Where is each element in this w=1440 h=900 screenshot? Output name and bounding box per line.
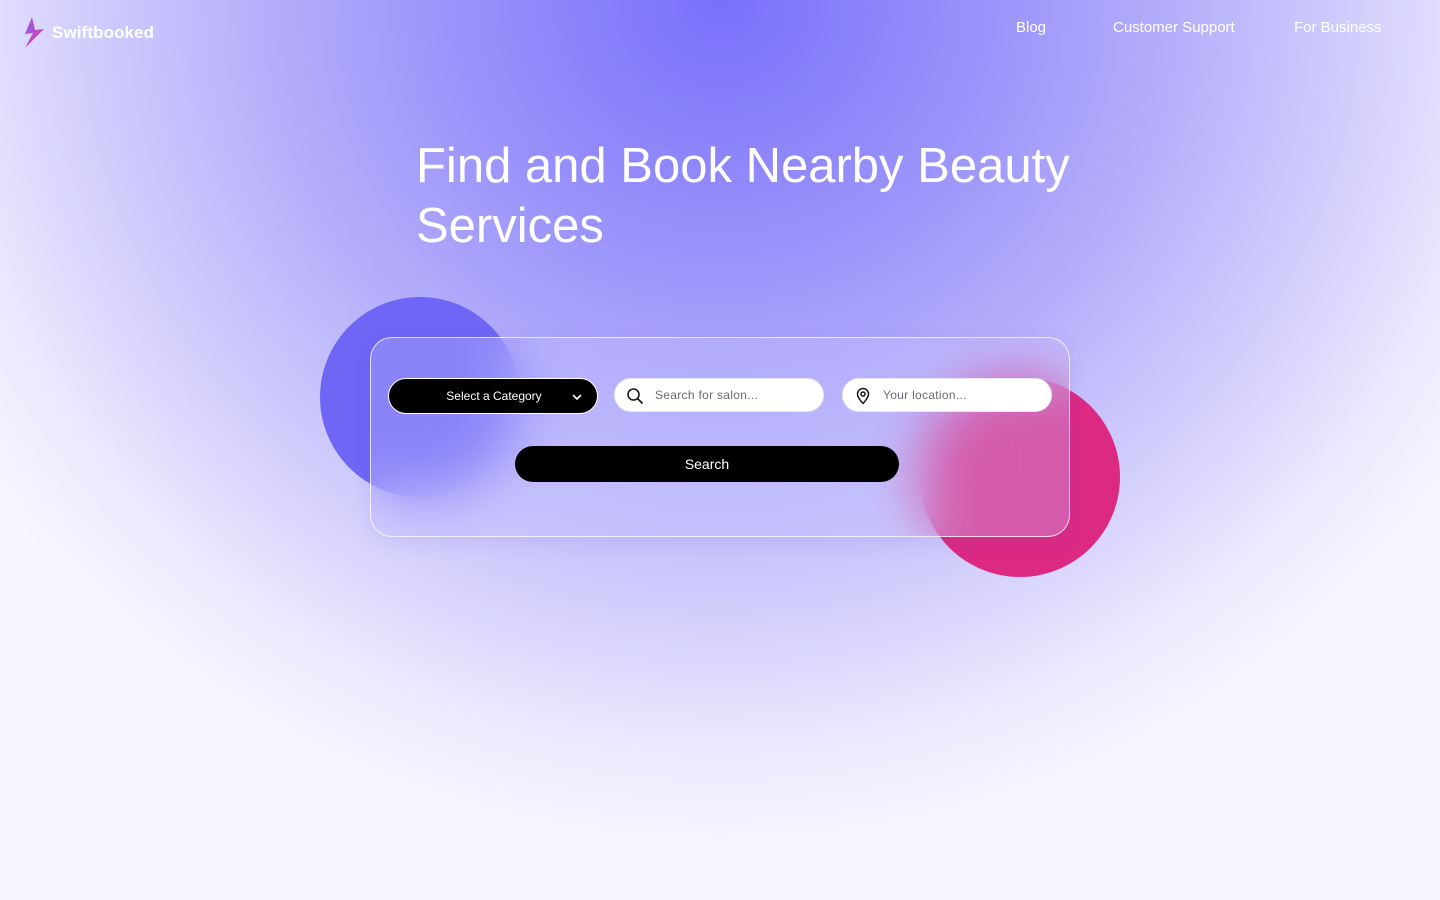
- search-button[interactable]: Search: [515, 446, 899, 482]
- location-input[interactable]: [883, 379, 1043, 411]
- category-select-value: Select a Category: [446, 389, 542, 403]
- search-icon: [627, 388, 643, 404]
- map-pin-icon: [856, 387, 870, 405]
- search-card: Select a Category Search: [370, 337, 1070, 537]
- nav-link-for-business[interactable]: For Business: [1294, 19, 1382, 39]
- site-header: Swiftbooked Blog Customer Support For Bu…: [0, 0, 1440, 64]
- brand-name: Swiftbooked: [52, 22, 155, 42]
- salon-search-field: [614, 378, 824, 412]
- lightning-bolt-icon: [25, 17, 44, 48]
- hero-title: Find and Book Nearby Beauty Services: [416, 139, 1070, 253]
- logo[interactable]: Swiftbooked: [23, 17, 154, 48]
- location-field: [842, 378, 1052, 412]
- chevron-down-icon: [572, 394, 582, 400]
- salon-search-input[interactable]: [655, 379, 815, 411]
- category-select[interactable]: Select a Category: [388, 378, 598, 414]
- nav-link-customer-support[interactable]: Customer Support: [1113, 19, 1235, 39]
- nav-link-blog[interactable]: Blog: [1016, 19, 1046, 39]
